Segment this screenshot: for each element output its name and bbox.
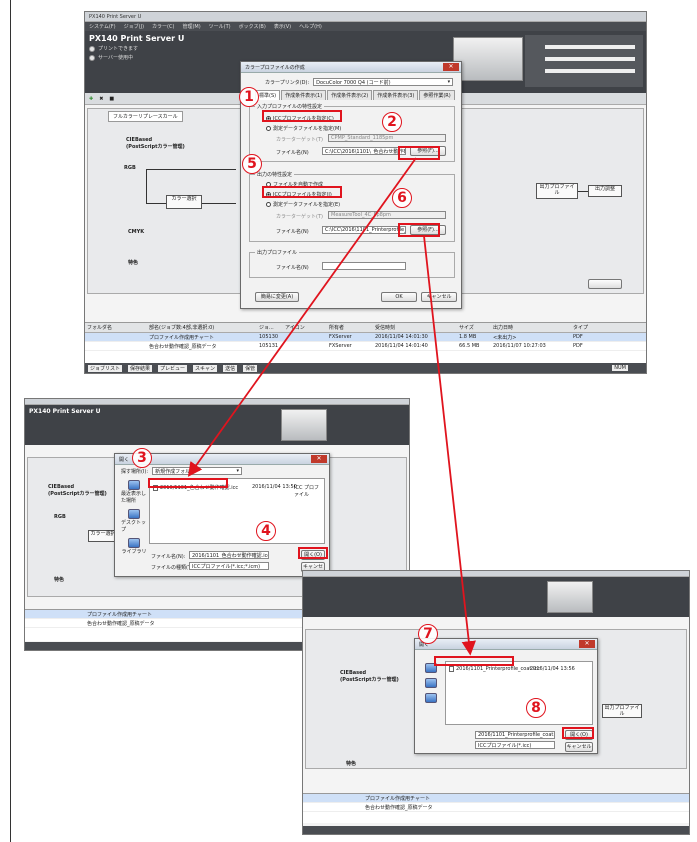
step-7-marker: 7 bbox=[418, 624, 438, 644]
annotation-arrows bbox=[187, 157, 476, 656]
step-3-marker: 3 bbox=[132, 448, 152, 468]
arrow-to-file-1 bbox=[187, 157, 417, 477]
step-6-marker: 6 bbox=[392, 188, 412, 208]
step-1-marker: 1 bbox=[239, 87, 259, 107]
step-8-marker: 8 bbox=[526, 698, 546, 718]
arrow-to-file-2 bbox=[423, 235, 476, 656]
step-4-marker: 4 bbox=[256, 521, 276, 541]
step-2-marker: 2 bbox=[382, 112, 402, 132]
step-5-marker: 5 bbox=[242, 154, 262, 174]
